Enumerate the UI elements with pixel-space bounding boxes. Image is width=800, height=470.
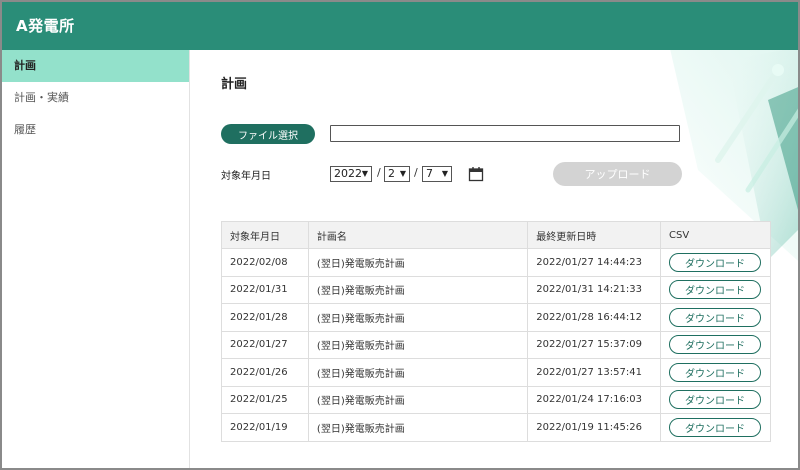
day-select[interactable]: 7 ▼ (422, 166, 452, 182)
sidebar-item-plan-results[interactable]: 計画・実績 (2, 82, 189, 114)
table-row: 2022/01/19 (翌日)発電販売計画 2022/01/19 11:45:2… (221, 413, 771, 442)
file-select-button[interactable]: ファイル選択 (221, 124, 315, 144)
row-plan-name: (翌日)発電販売計画 (307, 385, 529, 414)
day-select-value: 7 (426, 167, 433, 180)
app-window: A発電所 計画 計画・実績 履歴 計画 ファイル選択 対象年月日 2022 ▼ … (0, 0, 800, 470)
year-select[interactable]: 2022 ▼ (330, 166, 372, 182)
row-updated: 2022/01/24 17:16:03 (527, 385, 661, 414)
app-title: A発電所 (16, 17, 75, 35)
download-button[interactable]: ダウンロード (669, 280, 761, 300)
table-header-row: 対象年月日 計画名 最終更新日時 CSV (221, 221, 771, 249)
download-button[interactable]: ダウンロード (669, 390, 761, 410)
row-plan-name: (翌日)発電販売計画 (307, 275, 529, 304)
row-updated: 2022/01/19 11:45:26 (527, 413, 661, 442)
month-select[interactable]: 2 ▼ (384, 166, 410, 182)
column-header-updated: 最終更新日時 (527, 221, 661, 249)
column-header-csv: CSV (660, 221, 771, 249)
chevron-down-icon: ▼ (399, 169, 406, 178)
row-date: 2022/01/26 (221, 358, 309, 387)
row-csv-cell: ダウンロード (660, 248, 771, 277)
plan-table: 対象年月日 計画名 最終更新日時 CSV 2022/02/08 (翌日)発電販売… (221, 221, 771, 442)
date-separator: / (377, 166, 381, 179)
sidebar: 計画 計画・実績 履歴 (2, 50, 190, 468)
row-date: 2022/01/27 (221, 330, 309, 359)
download-button[interactable]: ダウンロード (669, 335, 761, 355)
target-date-label: 対象年月日 (221, 171, 271, 182)
download-button[interactable]: ダウンロード (669, 252, 761, 272)
download-button[interactable]: ダウンロード (669, 417, 761, 437)
table-row: 2022/01/25 (翌日)発電販売計画 2022/01/24 17:16:0… (221, 385, 771, 414)
row-updated: 2022/01/31 14:21:33 (527, 275, 661, 304)
row-date: 2022/01/19 (221, 413, 309, 442)
main-content: 計画 ファイル選択 対象年月日 2022 ▼ / 2 ▼ / 7 ▼ アップロー… (191, 50, 798, 468)
row-date: 2022/01/31 (221, 275, 309, 304)
row-csv-cell: ダウンロード (660, 385, 771, 414)
year-select-value: 2022 (334, 167, 362, 180)
row-date: 2022/01/25 (221, 385, 309, 414)
row-csv-cell: ダウンロード (660, 413, 771, 442)
table-row: 2022/01/26 (翌日)発電販売計画 2022/01/27 13:57:4… (221, 358, 771, 387)
row-updated: 2022/01/28 16:44:12 (527, 303, 661, 332)
table-row: 2022/01/28 (翌日)発電販売計画 2022/01/28 16:44:1… (221, 303, 771, 332)
table-row: 2022/01/27 (翌日)発電販売計画 2022/01/27 15:37:0… (221, 330, 771, 359)
row-plan-name: (翌日)発電販売計画 (307, 413, 529, 442)
app-header: A発電所 (2, 2, 798, 50)
chevron-down-icon: ▼ (361, 169, 368, 178)
download-button[interactable]: ダウンロード (669, 307, 761, 327)
row-updated: 2022/01/27 15:37:09 (527, 330, 661, 359)
row-updated: 2022/01/27 13:57:41 (527, 358, 661, 387)
calendar-icon[interactable] (468, 166, 484, 182)
column-header-plan-name: 計画名 (307, 221, 529, 249)
row-date: 2022/01/28 (221, 303, 309, 332)
row-updated: 2022/01/27 14:44:23 (527, 248, 661, 277)
column-header-date: 対象年月日 (221, 221, 309, 249)
row-plan-name: (翌日)発電販売計画 (307, 330, 529, 359)
table-row: 2022/02/08 (翌日)発電販売計画 2022/01/27 14:44:2… (221, 248, 771, 277)
row-date: 2022/02/08 (221, 248, 309, 277)
sidebar-item-history[interactable]: 履歴 (2, 114, 189, 146)
upload-button[interactable]: アップロード (553, 162, 682, 186)
date-separator: / (414, 166, 418, 179)
page-title: 計画 (221, 77, 248, 92)
download-button[interactable]: ダウンロード (669, 362, 761, 382)
row-plan-name: (翌日)発電販売計画 (307, 358, 529, 387)
row-csv-cell: ダウンロード (660, 330, 771, 359)
row-csv-cell: ダウンロード (660, 275, 771, 304)
row-csv-cell: ダウンロード (660, 358, 771, 387)
sidebar-item-plan[interactable]: 計画 (2, 50, 189, 82)
month-select-value: 2 (388, 167, 395, 180)
row-plan-name: (翌日)発電販売計画 (307, 248, 529, 277)
chevron-down-icon: ▼ (441, 169, 448, 178)
row-csv-cell: ダウンロード (660, 303, 771, 332)
file-path-input[interactable] (330, 125, 680, 142)
table-row: 2022/01/31 (翌日)発電販売計画 2022/01/31 14:21:3… (221, 275, 771, 304)
row-plan-name: (翌日)発電販売計画 (307, 303, 529, 332)
